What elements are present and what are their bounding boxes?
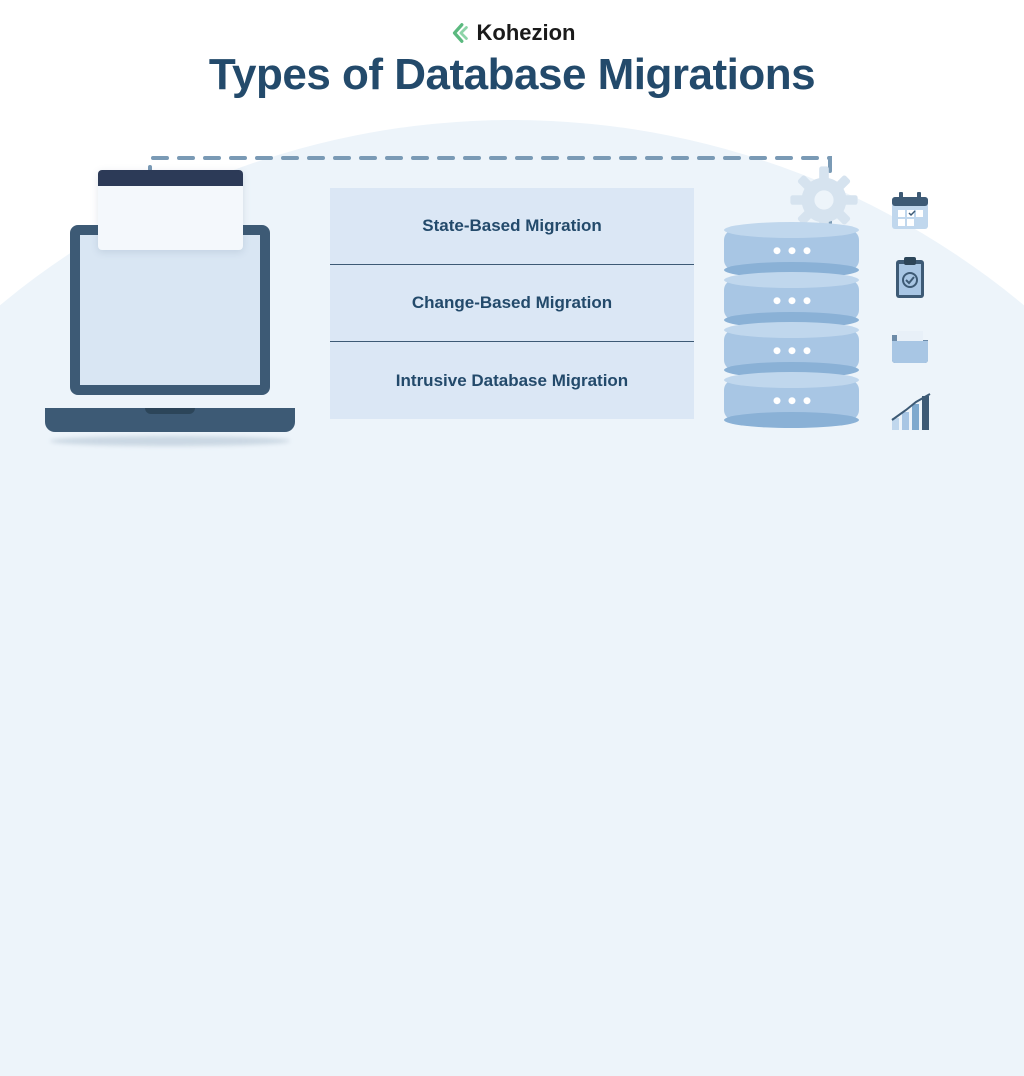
content-row: State-Based Migration Change-Based Migra… <box>0 200 1024 480</box>
migration-item-state: State-Based Migration <box>330 188 694 265</box>
database-cylinder-3 <box>724 330 859 370</box>
brand-logo: Kohezion <box>449 20 576 46</box>
database-stack <box>714 200 869 435</box>
database-cylinder-1 <box>724 230 859 270</box>
migration-list: State-Based Migration Change-Based Migra… <box>330 188 694 419</box>
clipboard-check-icon <box>884 252 936 304</box>
calendar-icon <box>884 185 936 237</box>
folder-icon <box>884 319 936 371</box>
laptop-notch <box>145 408 195 414</box>
laptop-illustration <box>30 200 310 460</box>
header: Kohezion Types of Database Migrations <box>0 20 1024 100</box>
migration-item-change: Change-Based Migration <box>330 265 694 342</box>
migration-item-intrusive: Intrusive Database Migration <box>330 342 694 419</box>
side-icon-column <box>884 185 936 438</box>
kohezion-logo-icon <box>449 22 471 44</box>
popup-card <box>98 170 243 250</box>
brand-name: Kohezion <box>477 20 576 46</box>
bar-chart-icon <box>884 386 936 438</box>
database-illustration-group <box>714 200 994 438</box>
page-title: Types of Database Migrations <box>0 50 1024 100</box>
laptop-shadow <box>50 436 290 446</box>
database-cylinder-4 <box>724 380 859 420</box>
database-cylinder-2 <box>724 280 859 320</box>
laptop-screen <box>70 225 270 395</box>
laptop-base <box>45 408 295 432</box>
